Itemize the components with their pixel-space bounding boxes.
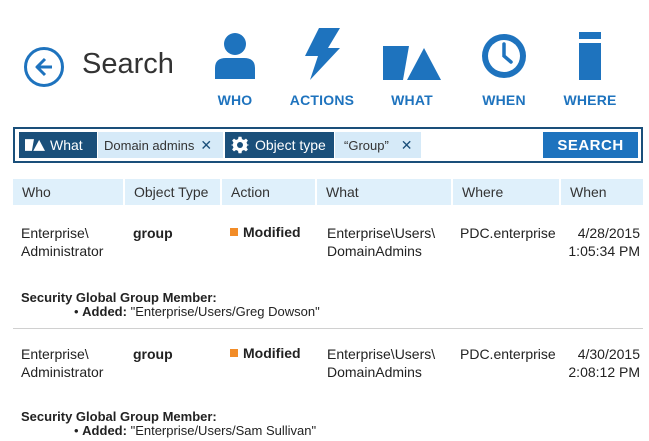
filter-object-type-key-label: Object type [255,137,326,153]
gear-icon [231,136,249,154]
row-who: Enterprise\ Administrator [21,225,104,259]
filter-what-key-label: What [50,137,83,153]
clock-icon [482,34,526,78]
column-header-action[interactable]: Action [222,179,315,205]
modified-indicator-icon [230,228,238,236]
filter-what-value-label: Domain admins [104,137,195,153]
lightning-icon [305,28,340,80]
filter-what-key[interactable]: What [19,132,97,158]
category-actions-button[interactable]: ACTIONS [282,22,362,108]
category-when-label: WHEN [482,92,526,108]
modified-indicator-icon [230,349,238,357]
back-button[interactable] [24,47,64,87]
column-header-who[interactable]: Who [13,179,123,205]
shapes-icon [383,46,441,80]
filter-object-type-value[interactable]: “Group” ✕ [335,132,421,158]
row-where: PDC.enterprise [460,225,556,241]
user-icon [215,33,255,79]
row-object-type: group [133,346,173,362]
remove-filter-what-icon[interactable]: ✕ [200,137,212,154]
column-header-when[interactable]: When [561,179,643,205]
filter-what-value[interactable]: Domain admins ✕ [98,132,223,158]
row-when: 4/30/2015 2:08:12 PM [568,346,640,380]
search-bar[interactable]: What Domain admins ✕ Object type “Group”… [13,127,643,163]
row-what: Enterprise\Users\ DomainAdmins [327,346,436,380]
row-detail-line: • Added: "Enterprise/Users/Sam Sullivan" [74,423,317,438]
shapes-icon [25,139,45,151]
column-header-object-type[interactable]: Object Type [125,179,220,205]
category-what-button[interactable]: WHAT [372,22,452,108]
row-where: PDC.enterprise [460,346,556,362]
row-divider [13,328,643,329]
row-who: Enterprise\ Administrator [21,346,104,380]
column-header-what[interactable]: What [317,179,451,205]
row-when: 4/28/2015 1:05:34 PM [568,225,640,259]
row-detail-title: Security Global Group Member: [21,409,217,424]
column-header-where[interactable]: Where [453,179,559,205]
filter-object-type-key[interactable]: Object type [225,132,334,158]
row-action: Modified [230,223,301,241]
search-button[interactable]: SEARCH [543,132,638,158]
category-when-button[interactable]: WHEN [464,22,544,108]
filter-object-type-value-label: “Group” [344,137,389,153]
category-where-label: WHERE [563,92,617,108]
row-detail-title: Security Global Group Member: [21,290,217,305]
page-title: Search [82,48,174,80]
server-icon [579,32,601,80]
remove-filter-object-type-icon[interactable]: ✕ [401,137,413,154]
row-object-type: group [133,225,173,241]
row-action: Modified [230,344,301,362]
category-who-button[interactable]: WHO [195,22,275,108]
row-detail-line: • Added: "Enterprise/Users/Greg Dowson" [74,304,320,319]
category-actions-label: ACTIONS [289,92,355,108]
category-what-label: WHAT [391,92,433,108]
category-who-label: WHO [217,92,253,108]
arrow-left-icon [35,57,52,77]
category-where-button[interactable]: WHERE [550,22,630,108]
row-what: Enterprise\Users\ DomainAdmins [327,225,436,259]
